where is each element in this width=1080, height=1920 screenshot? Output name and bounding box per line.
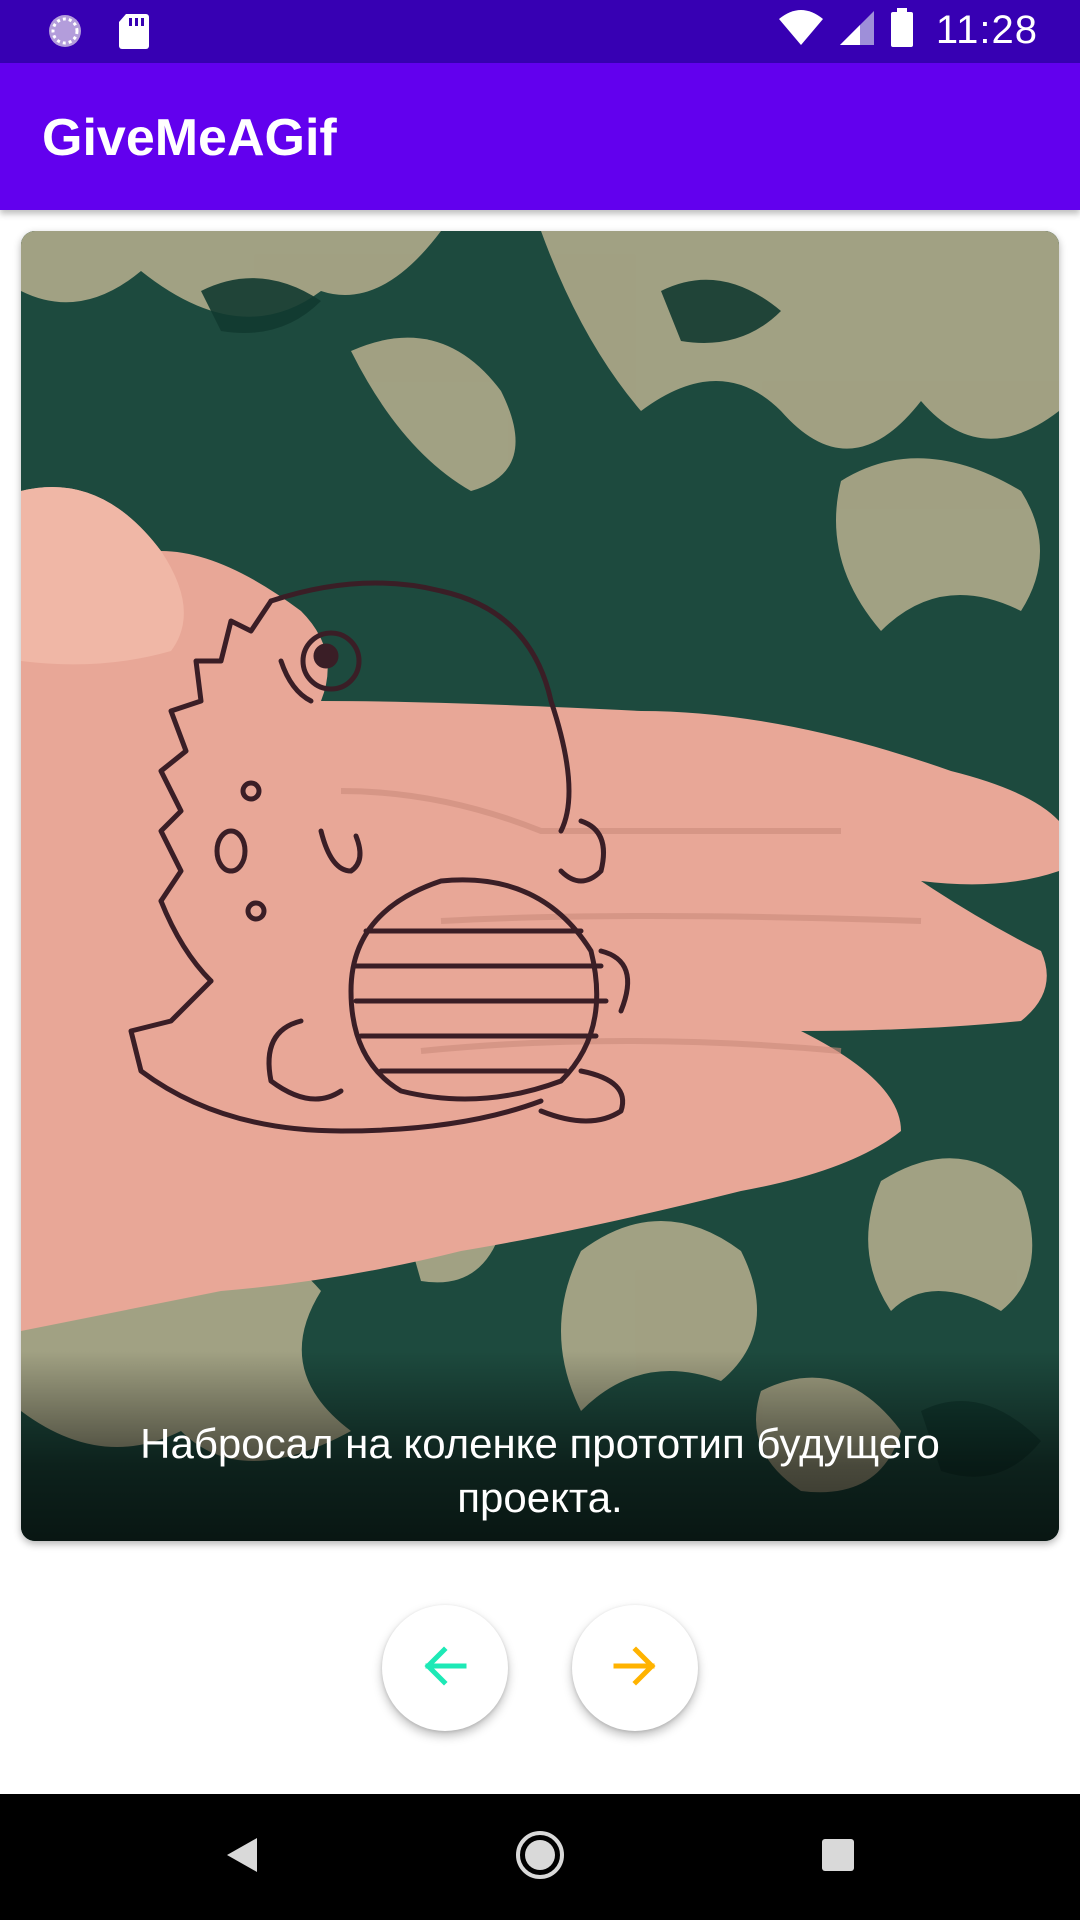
battery-icon [890, 8, 914, 53]
arrow-right-icon [610, 1641, 660, 1696]
system-nav-bar [0, 1794, 1080, 1920]
app-bar: GiveMeAGif [0, 63, 1080, 210]
cell-signal-icon [838, 9, 876, 52]
loading-icon [46, 12, 84, 55]
gif-card[interactable]: Набросал на коленке прототип будущего пр… [21, 231, 1059, 1541]
arrow-left-icon [420, 1641, 470, 1696]
system-back-button[interactable] [182, 1794, 302, 1920]
back-triangle-icon [225, 1836, 259, 1879]
recents-square-icon [820, 1837, 856, 1878]
wifi-icon [778, 9, 824, 52]
gif-caption: Набросал на коленке прототип будущего пр… [140, 1420, 940, 1521]
next-gif-button[interactable] [572, 1605, 698, 1731]
home-circle-icon [514, 1829, 566, 1886]
sd-card-icon [118, 12, 150, 55]
status-bar: 11:28 [0, 0, 1080, 63]
status-time: 11:28 [935, 8, 1038, 52]
previous-gif-button[interactable] [382, 1605, 508, 1731]
system-recents-button[interactable] [778, 1794, 898, 1920]
system-home-button[interactable] [480, 1794, 600, 1920]
gif-image [21, 231, 1059, 1541]
app-title: GiveMeAGif [42, 109, 337, 167]
